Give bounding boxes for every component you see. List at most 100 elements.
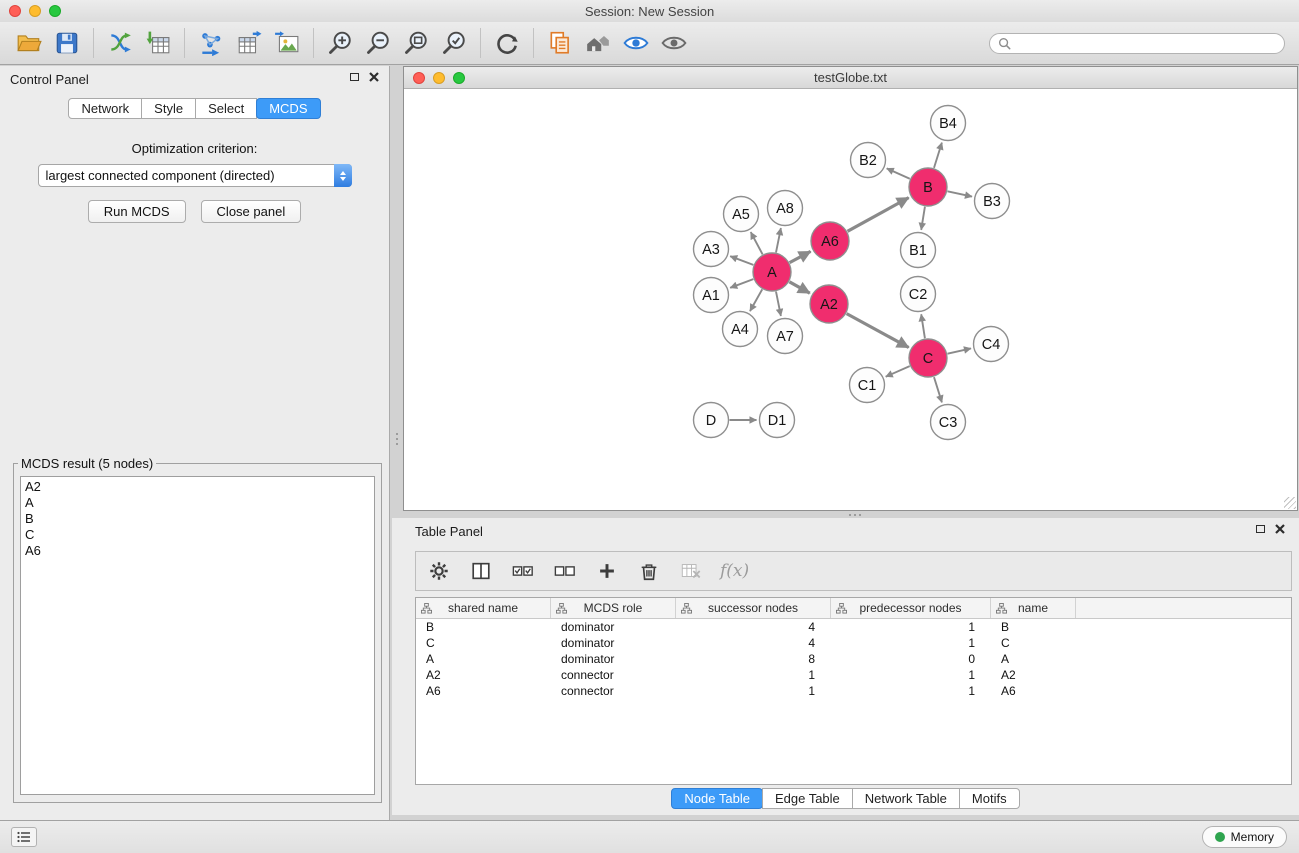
tab-node-table[interactable]: Node Table bbox=[671, 788, 763, 809]
float-panel-icon[interactable] bbox=[350, 73, 359, 81]
graph-edge-A-A7[interactable] bbox=[776, 292, 781, 316]
graph-edge-C-C1[interactable] bbox=[886, 366, 910, 377]
tab-style[interactable]: Style bbox=[141, 98, 196, 119]
mcds-result-list[interactable]: A2ABCA6 bbox=[20, 476, 375, 795]
result-item[interactable]: C bbox=[25, 527, 374, 543]
select-all-icon[interactable] bbox=[510, 558, 536, 584]
graph-edge-A-A1[interactable] bbox=[730, 279, 753, 288]
graph-node-A6[interactable]: A6 bbox=[811, 222, 849, 260]
zoom-out-icon[interactable] bbox=[359, 26, 397, 60]
delete-icon[interactable] bbox=[636, 558, 662, 584]
column-header-name[interactable]: name bbox=[991, 598, 1076, 618]
column-header-shared-name[interactable]: shared name bbox=[416, 598, 551, 618]
task-history-button[interactable] bbox=[11, 827, 37, 847]
zoom-in-icon[interactable] bbox=[321, 26, 359, 60]
settings-icon[interactable] bbox=[426, 558, 452, 584]
tab-mcds[interactable]: MCDS bbox=[256, 98, 320, 119]
result-item[interactable]: A6 bbox=[25, 543, 374, 559]
table-row[interactable]: A2connector11A2 bbox=[416, 667, 1291, 683]
visual-style-icon[interactable] bbox=[617, 26, 655, 60]
import-network-icon[interactable] bbox=[101, 26, 139, 60]
graph-node-B1[interactable]: B1 bbox=[901, 233, 936, 268]
graph-node-A1[interactable]: A1 bbox=[694, 278, 729, 313]
graph-edge-A-A5[interactable] bbox=[751, 232, 763, 254]
import-table-icon[interactable] bbox=[139, 26, 177, 60]
table-delete-icon[interactable] bbox=[678, 558, 704, 584]
tab-network[interactable]: Network bbox=[68, 98, 142, 119]
resize-corner-handle[interactable] bbox=[1284, 497, 1296, 509]
memory-button[interactable]: Memory bbox=[1202, 826, 1287, 848]
graph-node-A[interactable]: A bbox=[753, 253, 791, 291]
table-row[interactable]: Cdominator41C bbox=[416, 635, 1291, 651]
minimize-window-button[interactable] bbox=[29, 5, 41, 17]
vertical-splitter-handle[interactable] bbox=[394, 428, 399, 450]
graph-node-A8[interactable]: A8 bbox=[768, 191, 803, 226]
save-icon[interactable] bbox=[48, 26, 86, 60]
graph-edge-C-C2[interactable] bbox=[921, 314, 925, 338]
add-row-icon[interactable] bbox=[594, 558, 620, 584]
tab-network-table[interactable]: Network Table bbox=[852, 788, 960, 809]
graph-edge-B-B1[interactable] bbox=[921, 207, 925, 230]
column-header-MCDS-role[interactable]: MCDS role bbox=[551, 598, 676, 618]
zoom-window-button[interactable] bbox=[49, 5, 61, 17]
graph-edge-A-A8[interactable] bbox=[776, 228, 781, 252]
result-item[interactable]: A2 bbox=[25, 479, 374, 495]
tab-motifs[interactable]: Motifs bbox=[959, 788, 1020, 809]
table-row[interactable]: A6connector11A6 bbox=[416, 683, 1291, 699]
close-panel-icon[interactable] bbox=[369, 72, 379, 82]
graph-edge-A-A2[interactable] bbox=[789, 282, 809, 293]
close-table-panel-icon[interactable] bbox=[1275, 524, 1285, 534]
column-header-predecessor-nodes[interactable]: predecessor nodes bbox=[831, 598, 991, 618]
graph-edge-C-C3[interactable] bbox=[934, 377, 942, 402]
network-zoom-button[interactable] bbox=[453, 72, 465, 84]
open-folder-icon[interactable] bbox=[10, 26, 48, 60]
network-window-titlebar[interactable]: testGlobe.txt bbox=[404, 67, 1297, 89]
result-item[interactable]: B bbox=[25, 511, 374, 527]
horizontal-splitter-handle[interactable] bbox=[844, 512, 866, 517]
float-table-panel-icon[interactable] bbox=[1256, 525, 1265, 533]
function-builder-icon[interactable]: f(x) bbox=[720, 561, 749, 581]
result-item[interactable]: A bbox=[25, 495, 374, 511]
refresh-icon[interactable] bbox=[488, 26, 526, 60]
table-row[interactable]: Adominator80A bbox=[416, 651, 1291, 667]
export-image-icon[interactable] bbox=[268, 26, 306, 60]
graph-node-D1[interactable]: D1 bbox=[760, 403, 795, 438]
column-header-successor-nodes[interactable]: successor nodes bbox=[676, 598, 831, 618]
graph-edge-A-A4[interactable] bbox=[750, 289, 762, 311]
graph-node-C3[interactable]: C3 bbox=[931, 405, 966, 440]
zoom-fit-icon[interactable] bbox=[397, 26, 435, 60]
zoom-selected-icon[interactable] bbox=[435, 26, 473, 60]
graph-edge-A6-B[interactable] bbox=[848, 198, 909, 232]
home-icon[interactable] bbox=[579, 26, 617, 60]
graph-edge-A-A3[interactable] bbox=[730, 256, 753, 265]
graph-edge-B-B2[interactable] bbox=[887, 168, 910, 178]
network-minimize-button[interactable] bbox=[433, 72, 445, 84]
tab-select[interactable]: Select bbox=[195, 98, 257, 119]
copy-icon[interactable] bbox=[541, 26, 579, 60]
graph-node-B4[interactable]: B4 bbox=[931, 106, 966, 141]
search-input[interactable] bbox=[1011, 36, 1276, 50]
close-panel-button[interactable]: Close panel bbox=[201, 200, 302, 223]
graph-node-B[interactable]: B bbox=[909, 168, 947, 206]
graph-edge-A-A6[interactable] bbox=[790, 251, 811, 262]
graph-edge-A2-C[interactable] bbox=[847, 314, 909, 348]
graph-node-A4[interactable]: A4 bbox=[723, 312, 758, 347]
graph-node-D[interactable]: D bbox=[694, 403, 729, 438]
graph-node-A7[interactable]: A7 bbox=[768, 319, 803, 354]
tab-edge-table[interactable]: Edge Table bbox=[762, 788, 853, 809]
close-window-button[interactable] bbox=[9, 5, 21, 17]
deselect-all-icon[interactable] bbox=[552, 558, 578, 584]
export-network-icon[interactable] bbox=[192, 26, 230, 60]
search-box[interactable] bbox=[989, 33, 1285, 54]
graph-edge-C-C4[interactable] bbox=[948, 348, 972, 353]
graph-edge-B-B3[interactable] bbox=[948, 191, 973, 196]
columns-icon[interactable] bbox=[468, 558, 494, 584]
export-table-icon[interactable] bbox=[230, 26, 268, 60]
graph-edge-B-B4[interactable] bbox=[934, 143, 942, 168]
graph-node-C[interactable]: C bbox=[909, 339, 947, 377]
graph-node-B2[interactable]: B2 bbox=[851, 143, 886, 178]
table-row[interactable]: Bdominator41B bbox=[416, 619, 1291, 635]
graph-node-C1[interactable]: C1 bbox=[850, 368, 885, 403]
graph-node-B3[interactable]: B3 bbox=[975, 184, 1010, 219]
criterion-select[interactable]: largest connected component (directed) bbox=[38, 164, 352, 187]
